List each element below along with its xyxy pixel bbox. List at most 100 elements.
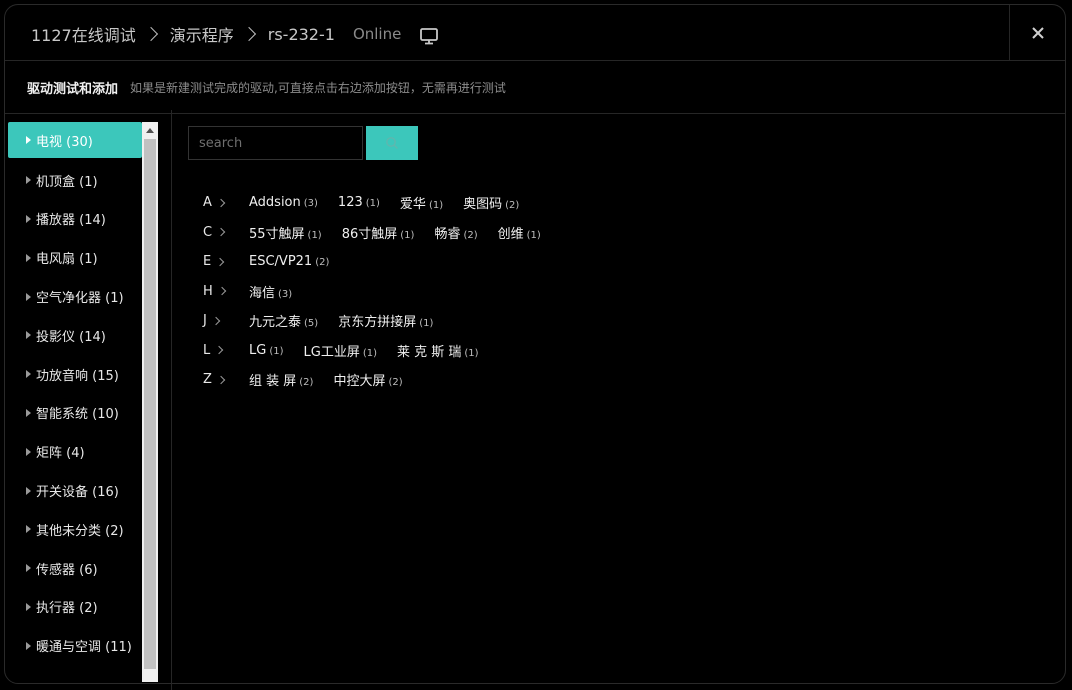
brand-item[interactable]: 123 (1) — [338, 195, 380, 210]
brand-count: (1) — [269, 345, 284, 357]
search-icon — [386, 137, 398, 149]
brand-item[interactable]: 55寸触屏 (1) — [249, 223, 322, 242]
sidebar-item[interactable]: 矩阵 (4) — [8, 432, 142, 471]
breadcrumb-item-project[interactable]: 1127在线调试 — [31, 22, 136, 46]
sidebar-item[interactable]: 机顶盒 (1) — [8, 161, 142, 200]
sidebar-item-label: 播放器 (14) — [36, 213, 106, 229]
brand-group-letter[interactable]: J — [203, 313, 249, 328]
brand-group-letter[interactable]: C — [203, 225, 249, 240]
caret-right-icon — [26, 292, 31, 301]
brand-name: ESC/VP21 — [249, 254, 313, 270]
brand-item[interactable]: Addsion (3) — [249, 195, 318, 210]
brand-name: LG — [249, 342, 267, 358]
brand-name: 海信 — [249, 285, 276, 301]
brand-group-letter[interactable]: H — [203, 284, 249, 299]
brand-item[interactable]: 中控大屏 (2) — [333, 370, 402, 389]
caret-right-icon — [26, 253, 31, 262]
brand-count: (1) — [464, 347, 479, 359]
brand-item[interactable]: 奥图码 (2) — [463, 193, 519, 212]
brand-name: Addsion — [249, 195, 301, 211]
brand-name: 奥图码 — [463, 197, 503, 213]
brand-count: (2) — [388, 377, 403, 389]
brand-count: (2) — [505, 200, 520, 212]
brand-group-row: L LG (1) LG工业屏 (1) 莱 克 斯 瑞 (1) — [203, 336, 561, 366]
breadcrumb-item-device: rs-232-1 — [267, 24, 335, 44]
category-list: 电视 (30) 机顶盒 (1) 播放器 (14) 电风扇 (1) 空气净化器 (1) 投影… — [8, 122, 142, 665]
breadcrumb-item-program[interactable]: 演示程序 — [170, 22, 234, 46]
brand-item[interactable]: 畅睿 (2) — [434, 223, 477, 242]
group-letter-text: L — [203, 342, 211, 358]
sidebar-item[interactable]: 电风扇 (1) — [8, 238, 142, 277]
brand-item[interactable]: 海信 (3) — [249, 282, 292, 301]
brand-count: (1) — [526, 229, 541, 241]
group-letter-text: E — [203, 254, 212, 270]
brand-item[interactable]: 组 装 屏 (2) — [249, 370, 313, 389]
brand-group-letter[interactable]: Z — [203, 372, 249, 387]
brand-name: 组 装 屏 — [249, 374, 297, 390]
sidebar-item[interactable]: 开关设备 (16) — [8, 471, 142, 510]
section-header: 驱动测试和添加 如果是新建测试完成的驱动,可直接点击右边添加按钮，无需再进行测试 — [5, 62, 1065, 114]
scrollbar-thumb[interactable] — [144, 139, 156, 669]
brand-item[interactable]: 莱 克 斯 瑞 (1) — [397, 341, 479, 360]
dialog-header: 1127在线调试 演示程序 rs-232-1 Online — [5, 5, 1065, 61]
brand-group-letter[interactable]: E — [203, 254, 249, 269]
caret-right-icon — [26, 214, 31, 223]
chevron-right-icon — [211, 316, 221, 325]
brand-item[interactable]: 九元之泰 (5) — [249, 311, 318, 330]
brand-item[interactable]: 爱华 (1) — [400, 193, 443, 212]
sidebar-item[interactable]: 传感器 (6) — [8, 549, 142, 588]
brand-name: LG工业屏 — [303, 344, 360, 360]
chevron-right-icon — [143, 26, 158, 42]
brand-group-letter[interactable]: L — [203, 343, 249, 358]
section-title: 驱动测试和添加 — [27, 82, 119, 97]
chevron-right-icon — [215, 346, 224, 355]
sidebar-item[interactable]: 执行器 (2) — [8, 588, 142, 627]
caret-right-icon — [26, 641, 31, 650]
brand-name: 中控大屏 — [333, 374, 386, 390]
brand-item[interactable]: 创维 (1) — [498, 223, 541, 242]
sidebar-item[interactable]: 空气净化器 (1) — [8, 277, 142, 316]
category-sidebar: 电视 (30) 机顶盒 (1) 播放器 (14) 电风扇 (1) 空气净化器 (1) 投影… — [8, 122, 158, 682]
sidebar-item[interactable]: 暖通与空调 (11) — [8, 626, 142, 665]
brand-name: 京东方拼接屏 — [338, 315, 417, 331]
chevron-right-icon — [216, 198, 226, 207]
brand-name: 123 — [337, 195, 363, 211]
brand-group-letter[interactable]: A — [203, 195, 249, 210]
brand-item[interactable]: 86寸触屏 (1) — [342, 223, 415, 242]
close-button[interactable] — [1009, 5, 1065, 61]
brand-group-row: Z组 装 屏 (2) 中控大屏 (2) — [203, 365, 561, 395]
scroll-up-arrow-icon[interactable] — [142, 122, 158, 138]
brand-count: (2) — [463, 229, 478, 241]
brand-name: 畅睿 — [434, 226, 461, 242]
group-letter-text: J — [203, 313, 207, 329]
brand-name: 55寸触屏 — [249, 226, 305, 242]
brand-group-row: J 九元之泰 (5) 京东方拼接屏 (1) — [203, 306, 561, 336]
sidebar-item[interactable]: 智能系统 (10) — [8, 394, 142, 433]
monitor-icon[interactable] — [419, 26, 439, 46]
sidebar-item[interactable]: 电视 (30) — [8, 122, 142, 158]
brand-count: (2) — [315, 257, 330, 269]
brand-item[interactable]: 京东方拼接屏 (1) — [338, 311, 433, 330]
search-button[interactable] — [366, 126, 418, 160]
brand-name: 九元之泰 — [249, 315, 302, 331]
brand-item[interactable]: LG (1) — [249, 343, 284, 358]
sidebar-item-label: 电视 (30) — [36, 134, 93, 150]
sidebar-item[interactable]: 功放音响 (15) — [8, 355, 142, 394]
sidebar-item-label: 开关设备 (16) — [36, 485, 119, 501]
chevron-right-icon — [241, 26, 256, 42]
caret-right-icon — [26, 447, 31, 456]
sidebar-item-label: 暖通与空调 (11) — [36, 640, 132, 656]
brand-count: (1) — [362, 347, 377, 359]
search-input[interactable] — [188, 126, 363, 160]
sidebar-scrollbar[interactable] — [142, 122, 158, 682]
caret-right-icon — [26, 525, 31, 534]
brand-item[interactable]: ESC/VP21 (2) — [249, 254, 329, 269]
sidebar-item-label: 执行器 (2) — [36, 601, 98, 617]
sidebar-item[interactable]: 播放器 (14) — [8, 200, 142, 239]
sidebar-item-label: 智能系统 (10) — [36, 407, 119, 423]
sidebar-item[interactable]: 其他未分类 (2) — [8, 510, 142, 549]
connection-status: Online — [352, 25, 402, 43]
brand-item[interactable]: LG工业屏 (1) — [304, 341, 378, 360]
sidebar-item[interactable]: 投影仪 (14) — [8, 316, 142, 355]
caret-right-icon — [26, 408, 31, 417]
